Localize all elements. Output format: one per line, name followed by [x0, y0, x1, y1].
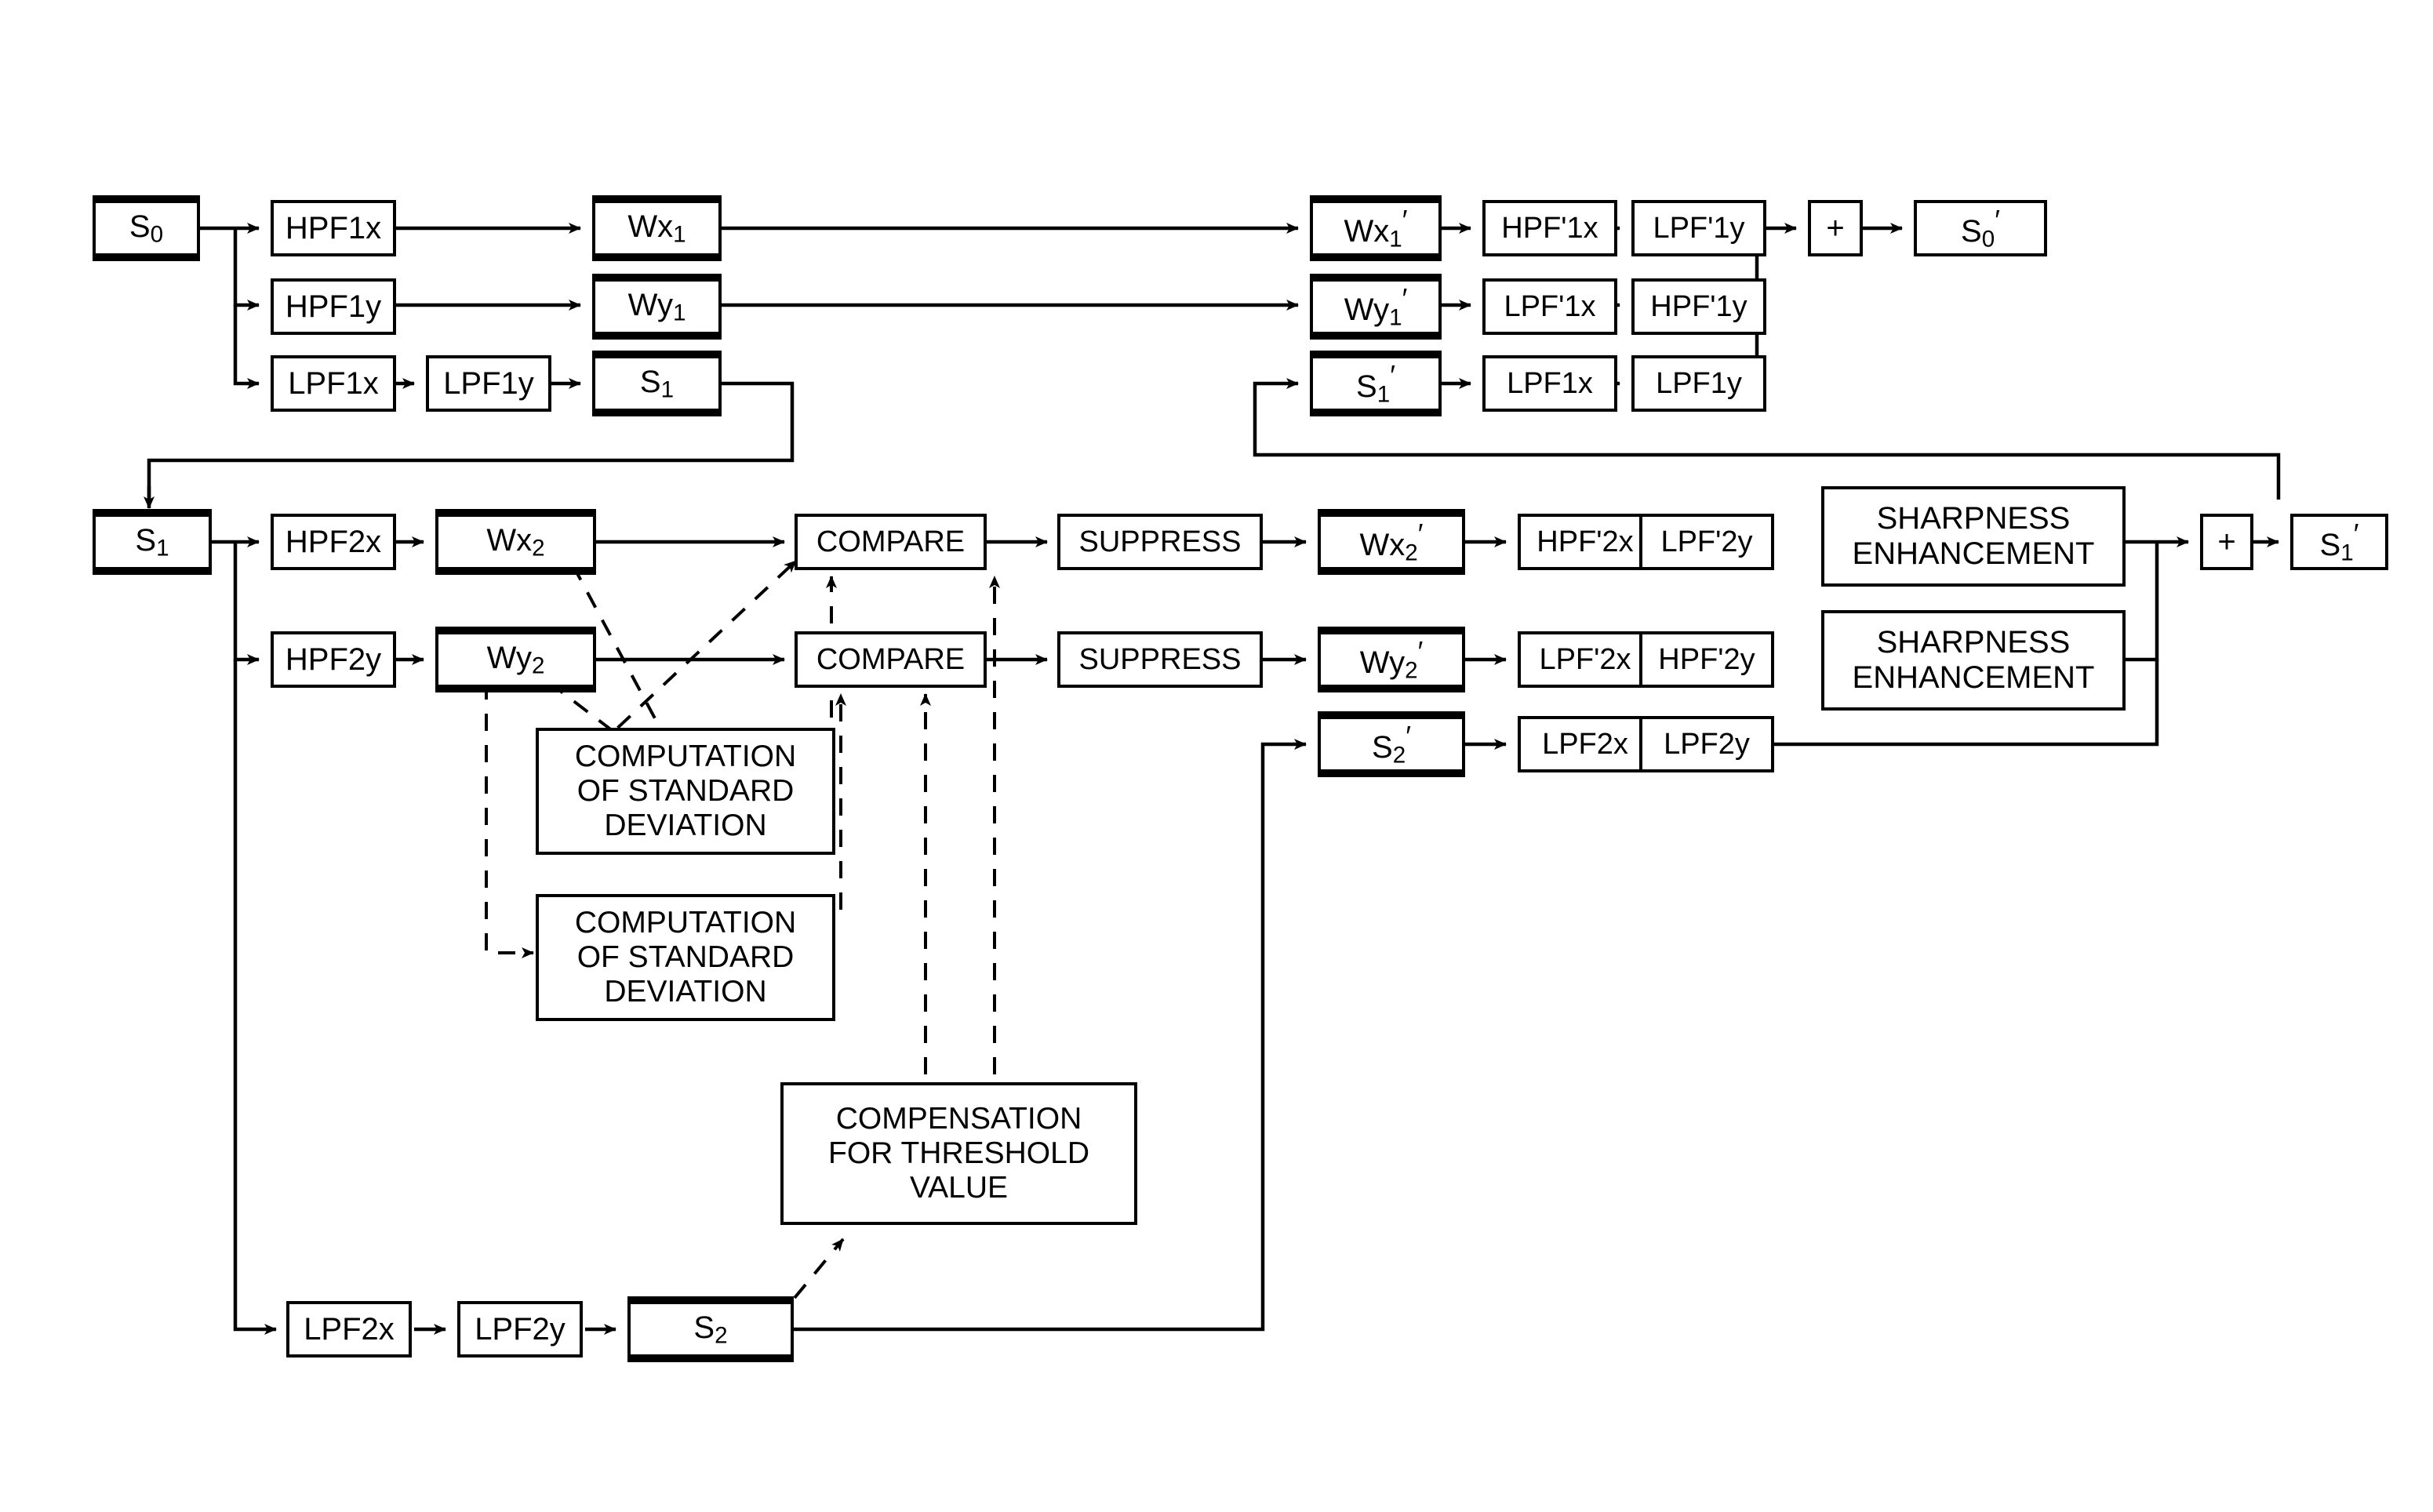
- block-wx2[interactable]: Wx2: [435, 514, 596, 570]
- block-hpf1x-label: HPF1x: [285, 210, 382, 245]
- block-wy2[interactable]: Wy2: [435, 631, 596, 688]
- block-lpf1y-recon[interactable]: LPF1y: [1631, 355, 1766, 412]
- block-suppress-x-label: SUPPRESS: [1078, 525, 1242, 558]
- block-compensation-for-threshold-value[interactable]: COMPENSATION FOR THRESHOLD VALUE: [780, 1082, 1137, 1225]
- block-computation-standard-deviation-1-label: COMPUTATION OF STANDARD DEVIATION: [574, 740, 797, 842]
- block-wx2-prime[interactable]: Wx2′: [1318, 514, 1465, 570]
- block-hpf1x[interactable]: HPF1x: [271, 200, 396, 256]
- block-computation-standard-deviation-2[interactable]: COMPUTATION OF STANDARD DEVIATION: [536, 894, 835, 1021]
- block-lpf1x-recon[interactable]: LPF1x: [1482, 355, 1617, 412]
- block-adder-stage2-label: +: [2217, 524, 2236, 559]
- block-s1-prime-stage2-label: S1′: [2319, 517, 2359, 566]
- block-lpf2x-lowband-label: LPF2x: [304, 1311, 395, 1347]
- block-sharpness-enhancement-y[interactable]: SHARPNESS ENHANCEMENT: [1821, 610, 2126, 711]
- block-s0-prime-label: S0′: [1961, 203, 2000, 253]
- block-s2-prime[interactable]: S2′: [1318, 716, 1465, 772]
- block-s0-prime[interactable]: S0′: [1914, 200, 2047, 256]
- block-wx1[interactable]: Wx1: [592, 200, 722, 256]
- block-lpf2y-recon-label: LPF2y: [1664, 727, 1750, 761]
- block-wy2-prime-label: Wy2′: [1359, 634, 1424, 684]
- block-s1-stage1[interactable]: S1: [592, 355, 722, 412]
- block-wx1-label: Wx1: [627, 209, 686, 248]
- block-compare-x[interactable]: COMPARE: [795, 514, 987, 570]
- block-sharpness-enhancement-y-label: SHARPNESS ENHANCEMENT: [1852, 625, 2095, 695]
- block-hpfp1x[interactable]: HPF'1x: [1482, 200, 1617, 256]
- block-lpf2y-recon[interactable]: LPF2y: [1639, 716, 1774, 772]
- block-s2[interactable]: S2: [627, 1301, 794, 1358]
- block-wy1-label: Wy1: [627, 287, 686, 326]
- block-compare-x-label: COMPARE: [816, 525, 966, 558]
- block-lpfp1x-label: LPF'1x: [1504, 289, 1596, 323]
- block-lpfp1x[interactable]: LPF'1x: [1482, 278, 1617, 335]
- block-lpf1y-recon-label: LPF1y: [1656, 366, 1742, 400]
- block-hpf1y-label: HPF1y: [285, 289, 382, 324]
- block-hpf2x-label: HPF2x: [285, 524, 382, 559]
- block-compensation-for-threshold-value-label: COMPENSATION FOR THRESHOLD VALUE: [828, 1102, 1089, 1205]
- block-hpfp2x-label: HPF'2x: [1537, 525, 1634, 558]
- block-wy1-prime[interactable]: Wy1′: [1310, 278, 1442, 335]
- block-suppress-y[interactable]: SUPPRESS: [1057, 631, 1263, 688]
- block-s1-prime-stage2[interactable]: S1′: [2290, 514, 2388, 570]
- block-lpf2y-lowband[interactable]: LPF2y: [457, 1301, 583, 1358]
- block-hpf1y[interactable]: HPF1y: [271, 278, 396, 335]
- block-s1-stage1-label: S1: [639, 364, 675, 403]
- block-hpf2y[interactable]: HPF2y: [271, 631, 396, 688]
- block-wx2-prime-label: Wx2′: [1359, 517, 1424, 566]
- block-hpfp1x-label: HPF'1x: [1501, 211, 1598, 245]
- block-lpfp1y[interactable]: LPF'1y: [1631, 200, 1766, 256]
- block-sharpness-enhancement-x[interactable]: SHARPNESS ENHANCEMENT: [1821, 486, 2126, 587]
- block-lpf1x[interactable]: LPF1x: [271, 355, 396, 412]
- block-lpf1x-label: LPF1x: [288, 365, 379, 401]
- block-wx1-prime-label: Wx1′: [1344, 203, 1408, 253]
- block-lpf2x-recon[interactable]: LPF2x: [1518, 716, 1653, 772]
- block-hpf2x[interactable]: HPF2x: [271, 514, 396, 570]
- block-hpfp2y[interactable]: HPF'2y: [1639, 631, 1774, 688]
- block-lpfp2y-label: LPF'2y: [1660, 525, 1753, 558]
- block-adder-stage2[interactable]: +: [2200, 514, 2253, 570]
- block-computation-standard-deviation-1[interactable]: COMPUTATION OF STANDARD DEVIATION: [536, 728, 835, 855]
- block-lpf1y[interactable]: LPF1y: [426, 355, 551, 412]
- block-s1-stage2-label: S1: [135, 522, 169, 562]
- block-lpfp2x[interactable]: LPF'2x: [1518, 631, 1653, 688]
- block-hpfp2x[interactable]: HPF'2x: [1518, 514, 1653, 570]
- block-wx1-prime[interactable]: Wx1′: [1310, 200, 1442, 256]
- block-wy2-prime[interactable]: Wy2′: [1318, 631, 1465, 688]
- block-suppress-y-label: SUPPRESS: [1078, 642, 1242, 676]
- block-hpfp1y[interactable]: HPF'1y: [1631, 278, 1766, 335]
- block-wy2-label: Wy2: [486, 640, 545, 679]
- block-compare-y-label: COMPARE: [816, 642, 966, 676]
- block-lpfp2x-label: LPF'2x: [1539, 642, 1631, 676]
- block-lpfp1y-label: LPF'1y: [1653, 211, 1745, 245]
- block-lpf1y-label: LPF1y: [443, 365, 534, 401]
- block-lpf2x-recon-label: LPF2x: [1542, 727, 1628, 761]
- block-wx2-label: Wx2: [486, 522, 545, 562]
- block-lpfp2y[interactable]: LPF'2y: [1639, 514, 1774, 570]
- block-wy1[interactable]: Wy1: [592, 278, 722, 335]
- block-hpfp1y-label: HPF'1y: [1650, 289, 1747, 323]
- block-adder-stage1-label: +: [1826, 210, 1845, 245]
- block-lpf2y-lowband-label: LPF2y: [475, 1311, 566, 1347]
- block-computation-standard-deviation-2-label: COMPUTATION OF STANDARD DEVIATION: [574, 906, 797, 1009]
- block-suppress-x[interactable]: SUPPRESS: [1057, 514, 1263, 570]
- block-s2-label: S2: [693, 1310, 728, 1349]
- block-s1-prime-stage1[interactable]: S1′: [1310, 355, 1442, 412]
- block-s2-prime-label: S2′: [1372, 719, 1411, 769]
- block-s1-prime-stage1-label: S1′: [1356, 358, 1395, 408]
- block-compare-y[interactable]: COMPARE: [795, 631, 987, 688]
- block-hpfp2y-label: HPF'2y: [1658, 642, 1755, 676]
- block-s0-label: S0: [129, 209, 164, 248]
- block-adder-stage1[interactable]: +: [1808, 200, 1863, 256]
- block-s0[interactable]: S0: [93, 200, 200, 256]
- block-lpf1x-recon-label: LPF1x: [1507, 366, 1593, 400]
- block-hpf2y-label: HPF2y: [285, 642, 382, 677]
- block-s1-stage2[interactable]: S1: [93, 514, 212, 570]
- block-wy1-prime-label: Wy1′: [1344, 282, 1408, 331]
- block-sharpness-enhancement-x-label: SHARPNESS ENHANCEMENT: [1852, 501, 2095, 571]
- block-lpf2x-lowband[interactable]: LPF2x: [286, 1301, 412, 1358]
